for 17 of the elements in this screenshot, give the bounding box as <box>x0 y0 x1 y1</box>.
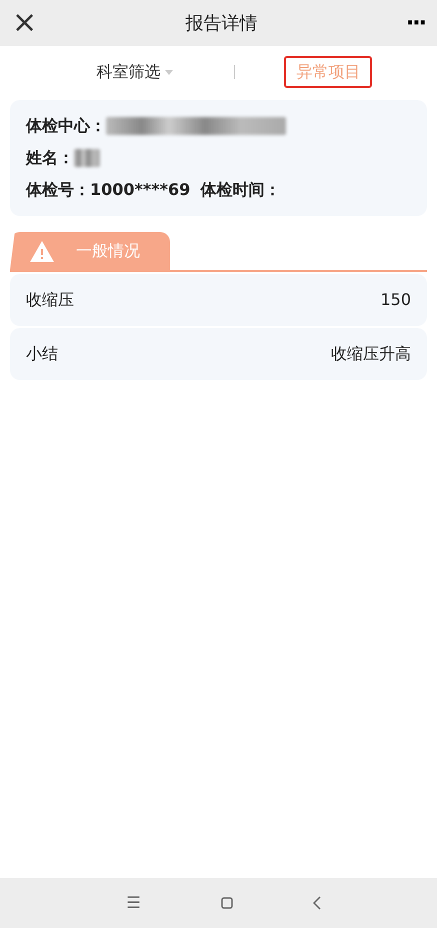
item-value: 150 <box>380 289 411 311</box>
caret-icon <box>164 70 173 74</box>
item-name: 小结 <box>26 343 58 365</box>
filter-tab[interactable]: 科室筛选 <box>84 56 185 88</box>
info-label: 姓名： <box>26 147 74 169</box>
page-title: 报告详情 <box>186 12 258 36</box>
item-value: 收缩压升高 <box>331 343 411 365</box>
close-button[interactable]: × <box>12 8 38 38</box>
menu-button[interactable]: ☰ <box>126 891 141 915</box>
info-label: 体检时间： <box>200 179 280 201</box>
more-button[interactable]: ··· <box>406 6 425 40</box>
warning-icon <box>30 240 54 262</box>
info-label: 体检号：1000****69 <box>26 179 190 201</box>
info-label: 体检中心： <box>26 115 106 137</box>
home-button[interactable] <box>220 897 233 909</box>
item-name: 收缩压 <box>26 289 74 311</box>
back-button[interactable] <box>312 896 321 910</box>
